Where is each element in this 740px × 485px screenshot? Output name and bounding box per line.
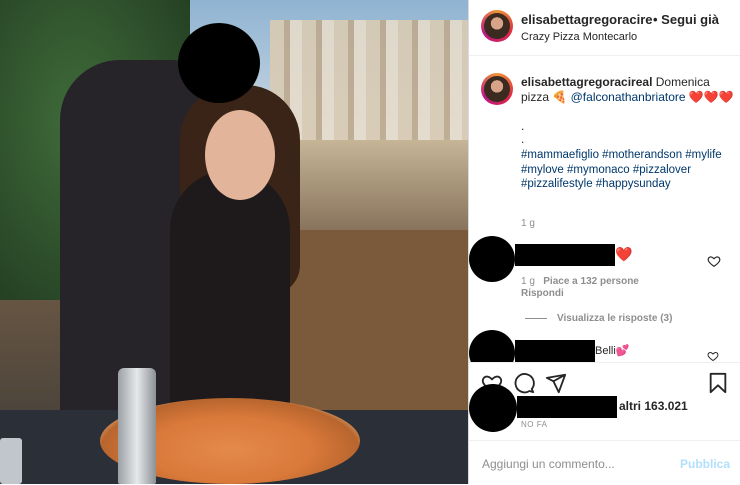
comment-2-redaction xyxy=(515,340,595,362)
comment-1-avatar[interactable] xyxy=(469,236,515,282)
photo-cruet xyxy=(118,368,156,484)
author-avatar[interactable] xyxy=(481,10,513,42)
comment-2-heart-icon[interactable] xyxy=(707,350,719,362)
caption-emoji: ❤️❤️❤️ xyxy=(685,90,734,104)
comment-input[interactable]: Aggiungi un commento... xyxy=(482,457,615,471)
caption-avatar[interactable] xyxy=(481,73,513,105)
comment-icon[interactable] xyxy=(513,372,535,394)
comment-1-reply-button[interactable]: Rispondi xyxy=(521,288,564,299)
censor-circle xyxy=(178,23,260,103)
likers-redaction xyxy=(517,396,617,418)
caption-username[interactable]: elisabettagregoracireal xyxy=(521,75,652,89)
view-replies-label: Visualizza le risposte (3) xyxy=(557,313,673,324)
photo-woman xyxy=(170,170,290,410)
follow-status[interactable]: • Segui già xyxy=(653,12,719,27)
publish-button[interactable]: Pubblica xyxy=(680,457,730,471)
photo-woman-face xyxy=(205,110,275,200)
photo-glass xyxy=(0,438,22,484)
add-comment-bar: Aggiungi un commento... Pubblica xyxy=(469,440,740,485)
comment-2-text-suffix: Belli💕 xyxy=(595,345,630,357)
caption-time: 1 g xyxy=(521,218,535,229)
post-location[interactable]: Crazy Pizza Montecarlo xyxy=(521,31,637,43)
heart-icon[interactable] xyxy=(707,254,721,268)
likes-count[interactable]: altri 163.021 xyxy=(619,399,688,413)
comment-1-time: 1 g xyxy=(521,276,535,287)
post-side-panel: elisabettagregoracire • Segui già Crazy … xyxy=(468,0,740,485)
comment-1: ❤️ 1 g Piace a 132 persone Rispondi xyxy=(469,236,740,300)
post-header: elisabettagregoracire • Segui già Crazy … xyxy=(469,0,740,56)
comment-1-meta: 1 g Piace a 132 persone xyxy=(521,276,639,287)
comment-1-redaction xyxy=(515,244,615,266)
caption-text: elisabettagregoracireal Domenica pizza 🍕… xyxy=(521,75,736,105)
caption-dots: . . xyxy=(521,119,525,146)
replies-divider xyxy=(525,317,547,319)
share-icon[interactable] xyxy=(545,372,567,394)
comment-1-likes[interactable]: Piace a 132 persone xyxy=(543,276,639,287)
comment-2: Belli💕 xyxy=(469,330,740,376)
photo-city xyxy=(270,20,468,140)
liker-avatar-redacted xyxy=(469,384,517,432)
author-username[interactable]: elisabettagregoracire xyxy=(521,12,653,27)
caption-mention[interactable]: @falconathanbriatore xyxy=(571,90,686,104)
comment-1-heart-emoji: ❤️ xyxy=(615,246,633,262)
view-replies-button[interactable]: Visualizza le risposte (3) xyxy=(525,313,672,324)
bookmark-icon[interactable] xyxy=(707,372,729,394)
post-photo[interactable] xyxy=(0,0,468,484)
post-time-ago: NO FA xyxy=(521,420,548,429)
caption-hashtags[interactable]: #mammaefiglio #motherandson #mylife #myl… xyxy=(521,148,736,192)
